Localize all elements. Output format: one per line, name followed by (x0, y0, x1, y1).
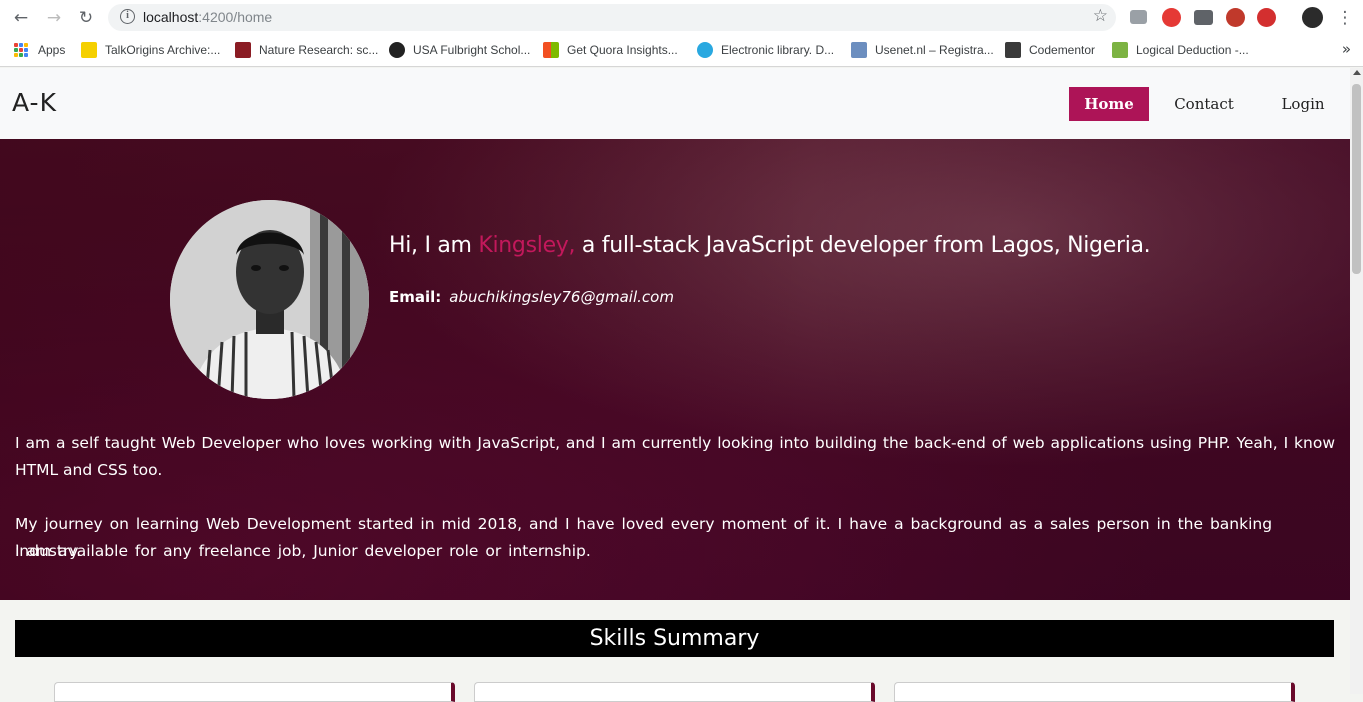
bookmark-label: TalkOrigins Archive:... (105, 43, 221, 57)
skill-card (54, 682, 455, 702)
address-bar[interactable]: i localhost:4200/home ☆ (108, 4, 1116, 31)
fulbright-icon (389, 42, 405, 58)
skills-summary-heading: Skills Summary (15, 620, 1334, 657)
lastpass-extension-icon[interactable] (1257, 8, 1276, 27)
reload-icon[interactable]: ↻ (75, 7, 97, 29)
bookmark-electronic-library[interactable]: Electronic library. D... (697, 41, 834, 59)
info-icon[interactable]: i (120, 9, 135, 24)
skill-card (894, 682, 1295, 702)
bookmark-fulbright[interactable]: USA Fulbright Schol... (389, 41, 530, 59)
bookmark-label: Apps (38, 43, 66, 57)
nav-login[interactable]: Login (1270, 87, 1336, 121)
microsoft-icon (543, 42, 559, 58)
bookmark-quora-insights[interactable]: Get Quora Insights... (543, 41, 678, 59)
url-host: localhost (143, 9, 199, 25)
nav-contact[interactable]: Contact (1166, 87, 1242, 121)
address-url: localhost:4200/home (143, 9, 272, 25)
page-scrollbar[interactable] (1350, 68, 1363, 694)
talkorigins-icon (81, 42, 97, 58)
brand-logo[interactable]: A-K (12, 88, 57, 117)
codementor-icon (1005, 42, 1021, 58)
bookmarks-bar: Apps TalkOrigins Archive:... Nature Rese… (0, 35, 1363, 67)
bookmark-apps[interactable]: Apps (14, 41, 65, 59)
greeting-suffix: a full-stack JavaScript developer from L… (575, 233, 1151, 258)
browser-toolbar: ← → ↻ i localhost:4200/home ☆ ⋮ (0, 0, 1363, 35)
bookmark-logical-deduction[interactable]: Logical Deduction -... (1112, 41, 1249, 59)
hero-section: Hi, I am Kingsley, a full-stack JavaScri… (0, 139, 1350, 600)
bookmark-label: USA Fulbright Schol... (413, 43, 531, 57)
bio-paragraph-1: I am a self taught Web Developer who lov… (15, 434, 1335, 479)
back-arrow-icon[interactable]: ← (10, 7, 32, 29)
bookmark-label: Nature Research: sc... (259, 43, 379, 57)
flash-extension-icon[interactable] (1162, 8, 1181, 27)
profile-photo (170, 200, 369, 399)
bookmark-label: Logical Deduction -... (1136, 43, 1249, 57)
profile-avatar-icon[interactable] (1302, 7, 1323, 28)
camera-extension-icon[interactable] (1130, 10, 1147, 24)
forward-arrow-icon[interactable]: → (43, 7, 65, 29)
bookmark-codementor[interactable]: Codementor (1005, 41, 1095, 59)
apps-grid-icon (14, 43, 28, 57)
bookmark-label: Usenet.nl – Registra... (875, 43, 994, 57)
bookmark-usenet[interactable]: Usenet.nl – Registra... (851, 41, 994, 59)
email-label: Email: (389, 288, 442, 306)
skill-card (474, 682, 875, 702)
logical-deduction-icon (1112, 42, 1128, 58)
bookmark-label: Electronic library. D... (721, 43, 835, 57)
bookmark-label: Get Quora Insights... (567, 43, 678, 57)
greeting-prefix: Hi, I am (389, 233, 479, 258)
bookmark-nature[interactable]: Nature Research: sc... (235, 41, 378, 59)
bookmark-label: Codementor (1029, 43, 1096, 57)
email-line: Email: abuchikingsley76@gmail.com (389, 288, 674, 306)
bookmark-star-icon[interactable]: ☆ (1093, 6, 1108, 26)
nav-home[interactable]: Home (1069, 87, 1149, 121)
bookmark-talkorigins[interactable]: TalkOrigins Archive:... (81, 41, 220, 59)
bio-paragraph-3: I am available for any freelance job, Ju… (15, 542, 591, 560)
cast-extension-icon[interactable] (1194, 10, 1213, 25)
monkey-extension-icon[interactable] (1226, 8, 1245, 27)
menu-dots-icon[interactable]: ⋮ (1334, 7, 1356, 29)
more-bookmarks-icon[interactable]: » (1342, 40, 1351, 58)
globe-icon (697, 42, 713, 58)
site-navbar: A-K Home Contact Login (0, 68, 1350, 139)
scroll-up-icon[interactable] (1353, 70, 1361, 75)
email-address[interactable]: abuchikingsley76@gmail.com (449, 288, 674, 306)
nature-icon (235, 42, 251, 58)
hero-greeting: Hi, I am Kingsley, a full-stack JavaScri… (389, 233, 1151, 258)
greeting-name: Kingsley, (478, 233, 576, 258)
scroll-thumb[interactable] (1352, 84, 1361, 274)
url-path: :4200/home (198, 9, 273, 25)
usenet-icon (851, 42, 867, 58)
